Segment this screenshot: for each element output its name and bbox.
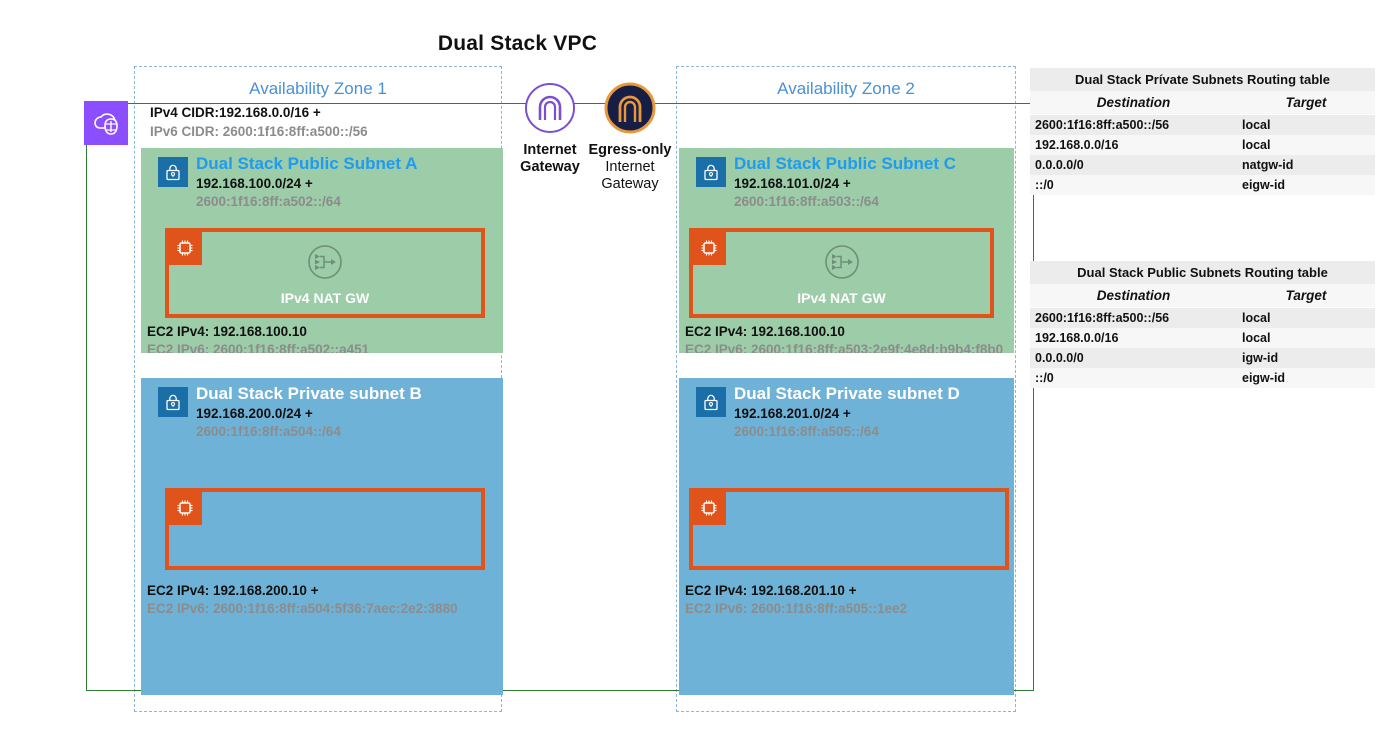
private-rt-destination: 0.0.0.0/0: [1030, 155, 1237, 175]
subnet-dual-stack-public-c[interactable]: Dual Stack Public Subnet C 192.168.101.0…: [679, 148, 1014, 353]
subnet-d-ec2-ipv4: EC2 IPv4: 192.168.201.10 +: [685, 583, 857, 598]
public-rt-col-target: Target: [1237, 284, 1375, 308]
internet-gateway[interactable]: Internet Gateway: [508, 82, 592, 176]
subnet-dual-stack-public-a[interactable]: Dual Stack Public Subnet A 192.168.100.0…: [141, 148, 503, 353]
private-rt-destination: 192.168.0.0/16: [1030, 135, 1237, 155]
subnet-a-ipv6-cidr: 2600:1f16:8ff:a502::/64: [196, 194, 341, 209]
vpc-ipv6-cidr: IPv6 CIDR: 2600:1f16:8ff:a500::/56: [150, 124, 368, 139]
private-rt-col-target: Target: [1237, 91, 1375, 115]
subnet-c-ipv4-cidr: 192.168.101.0/24 +: [734, 176, 851, 191]
egress-gateway-label-line2: Internet: [605, 159, 655, 176]
vpc-ipv4-cidr: IPv4 CIDR:192.168.0.0/16 +: [150, 105, 321, 120]
public-rt-destination: 2600:1f16:8ff:a500::/56: [1030, 307, 1237, 328]
private-rt-target: local: [1237, 114, 1375, 135]
public-routing-table-title: Dual Stack Public Subnets Routing table: [1030, 261, 1375, 284]
subnet-c-name: Dual Stack Public Subnet C: [734, 154, 956, 173]
subnet-a-name: Dual Stack Public Subnet A: [196, 154, 418, 173]
table-row: 192.168.0.0/16 local: [1030, 135, 1375, 155]
public-rt-destination: 192.168.0.0/16: [1030, 328, 1237, 348]
private-rt-target: eigw-id: [1237, 175, 1375, 195]
subnet-a-ipv4-cidr: 192.168.100.0/24 +: [196, 176, 313, 191]
public-rt-col-destination: Destination: [1030, 284, 1237, 308]
public-rt-destination: 0.0.0.0/0: [1030, 348, 1237, 368]
table-row: 0.0.0.0/0 natgw-id: [1030, 155, 1375, 175]
public-rt-target: eigw-id: [1237, 368, 1375, 388]
public-rt-target: igw-id: [1237, 348, 1375, 368]
public-subnets-routing-table: Dual Stack Public Subnets Routing table …: [1030, 261, 1375, 388]
subnet-lock-icon: [696, 387, 726, 417]
private-rt-target: local: [1237, 135, 1375, 155]
ec2-instance-group-a[interactable]: IPv4 NAT GW: [165, 228, 485, 318]
egress-gateway-label-line1: Egress-only: [588, 142, 672, 158]
egress-only-internet-gateway-icon: [604, 82, 656, 134]
table-row: 2600:1f16:8ff:a500::/56 local: [1030, 307, 1375, 328]
private-rt-destination: ::/0: [1030, 175, 1237, 195]
ec2-instance-icon: [692, 491, 726, 525]
nat-gateway-a-label: IPv4 NAT GW: [280, 290, 370, 306]
subnet-dual-stack-private-b[interactable]: Dual Stack Private subnet B 192.168.200.…: [141, 378, 503, 695]
egress-gateway-label-line3: Gateway: [601, 176, 659, 193]
internet-gateway-label-line2: Gateway: [520, 159, 580, 176]
subnet-b-ipv4-cidr: 192.168.200.0/24 +: [196, 406, 313, 421]
public-rt-target: local: [1237, 307, 1375, 328]
subnet-lock-icon: [158, 387, 188, 417]
ec2-instance-group-c[interactable]: IPv4 NAT GW: [689, 228, 994, 318]
vpc-cloud-icon: [84, 101, 128, 145]
nat-gateway-a[interactable]: IPv4 NAT GW: [169, 240, 481, 306]
private-rt-col-destination: Destination: [1030, 91, 1237, 115]
nat-gateway-icon: [824, 245, 859, 279]
internet-gateway-icon: [525, 83, 575, 133]
nat-gateway-icon: [308, 245, 342, 279]
subnet-d-ipv4-cidr: 192.168.201.0/24 +: [734, 406, 851, 421]
subnet-lock-icon: [158, 157, 188, 187]
subnet-c-ec2-ipv6: EC2 IPv6: 2600:1f16:8ff:a503:2e9f:4e8d:b…: [685, 342, 1004, 353]
availability-zone-1-label: Availability Zone 1: [249, 79, 387, 98]
private-routing-table-title: Dual Stack Prívate Subnets Routing table: [1030, 68, 1375, 91]
private-rt-destination: 2600:1f16:8ff:a500::/56: [1030, 114, 1237, 135]
subnet-d-name: Dual Stack Private subnet D: [734, 384, 960, 403]
private-rt-target: natgw-id: [1237, 155, 1375, 175]
page-title: Dual Stack VPC: [437, 32, 598, 55]
public-rt-destination: ::/0: [1030, 368, 1237, 388]
subnet-d-ipv6-cidr: 2600:1f16:8ff:a505::/64: [734, 424, 879, 439]
subnet-lock-icon: [696, 157, 726, 187]
ec2-instance-icon: [168, 491, 202, 525]
table-row: ::/0 eigw-id: [1030, 368, 1375, 388]
subnet-b-ipv6-cidr: 2600:1f16:8ff:a504::/64: [196, 424, 341, 439]
subnet-c-ec2-ipv4: EC2 IPv4: 192.168.100.10: [685, 324, 845, 339]
subnet-c-ipv6-cidr: 2600:1f16:8ff:a503::/64: [734, 194, 879, 209]
table-row: ::/0 eigw-id: [1030, 175, 1375, 195]
ec2-instance-group-d[interactable]: [689, 488, 1009, 570]
subnet-b-name: Dual Stack Private subnet B: [196, 384, 422, 403]
internet-gateway-label-line1: Internet: [523, 142, 577, 158]
subnet-d-ec2-ipv6: EC2 IPv6: 2600:1f16:8ff:a505::1ee2: [685, 601, 908, 616]
subnet-b-ec2-ipv4: EC2 IPv4: 192.168.200.10 +: [147, 583, 319, 598]
table-row: 192.168.0.0/16 local: [1030, 328, 1375, 348]
nat-gateway-c-label: IPv4 NAT GW: [797, 290, 886, 306]
nat-gateway-c[interactable]: IPv4 NAT GW: [693, 240, 990, 306]
table-row: 2600:1f16:8ff:a500::/56 local: [1030, 114, 1375, 135]
egress-only-internet-gateway[interactable]: Egress-only Internet Gateway: [588, 82, 672, 193]
table-row: 0.0.0.0/0 igw-id: [1030, 348, 1375, 368]
private-subnets-routing-table: Dual Stack Prívate Subnets Routing table…: [1030, 68, 1375, 195]
subnet-b-ec2-ipv6: EC2 IPv6: 2600:1f16:8ff:a504:5f36:7aec:2…: [147, 601, 458, 616]
ec2-instance-group-b[interactable]: [165, 488, 485, 570]
public-rt-target: local: [1237, 328, 1375, 348]
availability-zone-2-label: Availability Zone 2: [777, 79, 915, 98]
subnet-dual-stack-private-d[interactable]: Dual Stack Private subnet D 192.168.201.…: [679, 378, 1014, 695]
subnet-a-ec2-ipv6: EC2 IPv6: 2600:1f16:8ff:a502::a451: [147, 342, 370, 353]
subnet-a-ec2-ipv4: EC2 IPv4: 192.168.100.10: [147, 324, 307, 339]
